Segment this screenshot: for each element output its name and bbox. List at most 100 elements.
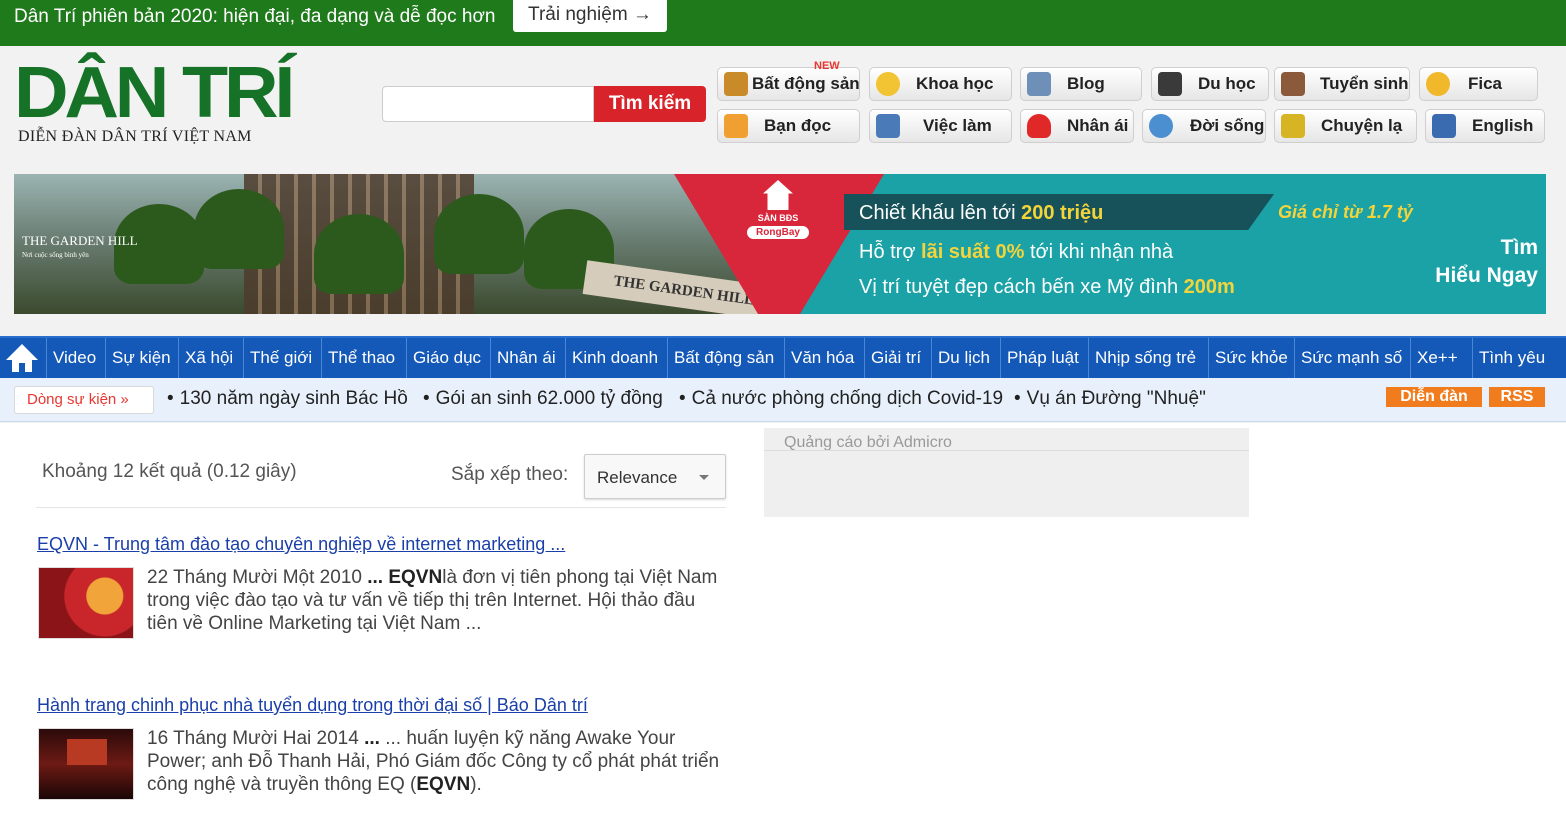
sort-label: Sắp xếp theo: xyxy=(451,464,569,485)
result-thumbnail[interactable] xyxy=(38,567,134,639)
rss-button[interactable]: RSS xyxy=(1489,387,1545,407)
result-thumbnail[interactable] xyxy=(38,728,134,800)
forum-button[interactable]: Diễn đàn xyxy=(1386,387,1482,407)
quick-link-chuyen-la[interactable]: Chuyện lạ xyxy=(1274,109,1417,143)
nav-item-the-thao[interactable]: Thể thao xyxy=(321,338,395,378)
nav-item-phap-luat[interactable]: Pháp luật xyxy=(1000,338,1079,378)
people-icon xyxy=(1027,72,1051,96)
logo-tagline: DIỄN ĐÀN DÂN TRÍ VIỆT NAM xyxy=(18,128,252,145)
quick-link-doi-song[interactable]: Đời sống xyxy=(1142,109,1266,143)
site-logo[interactable]: DÂN TRÍ DIỄN ĐÀN DÂN TRÍ VIỆT NAM xyxy=(14,53,295,152)
banner-text: Hỗ trợ xyxy=(859,241,922,263)
banner-palm xyxy=(434,194,524,274)
bird-icon xyxy=(1281,114,1305,138)
events-bar: Dòng sự kiện » 130 năm ngày sinh Bác Hồ … xyxy=(0,378,1566,422)
search-button[interactable]: Tìm kiếm xyxy=(594,86,706,122)
result-snippet-end: ). xyxy=(470,774,482,795)
event-link[interactable]: Vụ án Đường "Nhuệ" xyxy=(1014,388,1206,410)
quick-link-fica[interactable]: Fica xyxy=(1419,67,1538,101)
nav-item-kinh-doanh[interactable]: Kinh doanh xyxy=(565,338,658,378)
coins-icon xyxy=(1426,72,1450,96)
nav-item-nhan-ai[interactable]: Nhân ái xyxy=(490,338,556,378)
divider xyxy=(36,507,726,508)
ad-divider xyxy=(764,450,1249,451)
quick-link-label: Tuyển sinh xyxy=(1320,74,1409,93)
promo-text: Dân Trí phiên bản 2020: hiện đại, đa dạn… xyxy=(14,6,496,27)
globe-icon xyxy=(1149,114,1173,138)
home-icon[interactable] xyxy=(4,342,40,376)
chevron-down-icon xyxy=(699,475,709,480)
banner-partner-line1: SÀN BĐS xyxy=(757,213,799,223)
nav-item-nhip-song-tre[interactable]: Nhịp sống trẻ xyxy=(1088,338,1196,378)
logo-wordmark: DÂN TRÍ xyxy=(14,53,295,133)
nav-item-xa-hoi[interactable]: Xã hội xyxy=(178,338,233,378)
graduation-cap-icon xyxy=(1158,72,1182,96)
event-link[interactable]: Gói an sinh 62.000 tỷ đồng xyxy=(423,388,663,410)
quick-link-viec-lam[interactable]: Việc làm xyxy=(869,109,1012,143)
banner-brand-tagline: Nơi cuộc sống bình yên xyxy=(22,251,89,259)
workers-icon xyxy=(876,114,900,138)
quick-link-blog[interactable]: Blog xyxy=(1020,67,1142,101)
quick-link-label: Du học xyxy=(1198,74,1256,93)
result-keyword: EQVN xyxy=(416,774,471,795)
nav-item-giai-tri[interactable]: Giải trí xyxy=(864,338,921,378)
quick-link-label: Bất động sản xyxy=(752,74,860,93)
nav-item-giao-duc[interactable]: Giáo dục xyxy=(406,338,481,378)
banner-highlight: lãi suất 0% xyxy=(921,241,1025,263)
quick-link-label: Khoa học xyxy=(916,74,994,93)
banner-palm xyxy=(314,214,404,294)
search-form: Tìm kiếm xyxy=(382,86,706,122)
nav-item-xe[interactable]: Xe++ xyxy=(1410,338,1458,378)
quick-link-tuyen-sinh[interactable]: Tuyển sinh xyxy=(1274,67,1410,101)
banner-brand-name: THE GARDEN HILL xyxy=(22,233,138,248)
quick-link-bat-dong-san[interactable]: NEW Bất động sản xyxy=(717,60,860,101)
quick-link-nhan-ai[interactable]: Nhân ái xyxy=(1020,109,1134,143)
banner-partner-line2: RongBay xyxy=(747,226,809,239)
result-snippet: 16 Tháng Mười Hai 2014 ... ... huấn luyệ… xyxy=(147,727,727,796)
banner-cta[interactable]: Tìm Hiểu Ngay xyxy=(1418,234,1538,290)
banner-text: Chiết khấu lên tới xyxy=(859,202,1022,224)
nav-item-suc-khoe[interactable]: Sức khỏe xyxy=(1208,338,1288,378)
main-nav: Video Sự kiện Xã hội Thế giới Thể thao G… xyxy=(0,336,1566,378)
quick-link-du-hoc[interactable]: Du học xyxy=(1151,67,1269,101)
result-title-link[interactable]: EQVN - Trung tâm đào tạo chuyên nghiệp v… xyxy=(37,534,565,555)
banner-cta-line2: Hiểu Ngay xyxy=(1435,264,1538,287)
lightbulb-icon xyxy=(876,72,900,96)
nav-item-video[interactable]: Video xyxy=(46,338,96,378)
banner-palm xyxy=(194,189,284,269)
search-input[interactable] xyxy=(382,86,594,122)
nav-item-tinh-yeu[interactable]: Tình yêu xyxy=(1472,338,1545,378)
nav-item-van-hoa[interactable]: Văn hóa xyxy=(784,338,854,378)
nav-item-du-lich[interactable]: Du lịch xyxy=(931,338,990,378)
banner-cta-line1: Tìm xyxy=(1500,236,1538,259)
result-title-link[interactable]: Hành trang chinh phục nhà tuyển dụng tro… xyxy=(37,695,588,716)
heart-icon xyxy=(1027,114,1051,138)
search-results-area: Khoảng 12 kết quả (0.12 giây) Sắp xếp th… xyxy=(0,423,1566,835)
hammer-icon xyxy=(724,72,748,96)
banner-line-2: Hỗ trợ lãi suất 0% tới khi nhận nhà xyxy=(859,241,1173,264)
banner-photo: THE GARDEN HILL THE GARDEN HILL Nơi cuộc… xyxy=(14,174,786,314)
events-label[interactable]: Dòng sự kiện » xyxy=(14,386,154,414)
result-ellipsis: ... xyxy=(358,728,386,749)
result-keyword: EQVN xyxy=(388,567,443,588)
banner-ad[interactable]: THE GARDEN HILL THE GARDEN HILL Nơi cuộc… xyxy=(14,174,1546,314)
quick-link-khoa-hoc[interactable]: Khoa học xyxy=(869,67,1012,101)
quick-link-label: Fica xyxy=(1468,74,1503,93)
site-header: DÂN TRÍ DIỄN ĐÀN DÂN TRÍ VIỆT NAM Tìm ki… xyxy=(0,46,1566,170)
nav-item-the-gioi[interactable]: Thế giới xyxy=(243,338,312,378)
result-snippet: 22 Tháng Mười Một 2010 ... EQVNlà đơn vị… xyxy=(147,566,727,635)
result-date: 16 Tháng Mười Hai 2014 xyxy=(147,728,359,749)
nav-item-bat-dong-san[interactable]: Bất động sản xyxy=(667,338,774,378)
nav-item-su-kien[interactable]: Sự kiện xyxy=(105,338,171,378)
event-link[interactable]: Cả nước phòng chống dịch Covid-19 xyxy=(679,388,1003,410)
try-new-version-button[interactable]: Trải nghiệm → xyxy=(513,0,667,32)
quick-link-label: Blog xyxy=(1067,74,1105,93)
student-icon xyxy=(1281,72,1305,96)
nav-item-suc-manh-so[interactable]: Sức mạnh số xyxy=(1294,338,1402,378)
event-link[interactable]: 130 năm ngày sinh Bác Hồ xyxy=(167,388,408,410)
promo-bar: Dân Trí phiên bản 2020: hiện đại, đa dạn… xyxy=(0,0,1566,46)
result-count: Khoảng 12 kết quả (0.12 giây) xyxy=(42,461,297,482)
sort-select[interactable]: Relevance xyxy=(584,454,726,499)
quick-link-english[interactable]: English xyxy=(1425,109,1545,143)
quick-link-ban-doc[interactable]: Bạn đọc xyxy=(717,109,860,143)
